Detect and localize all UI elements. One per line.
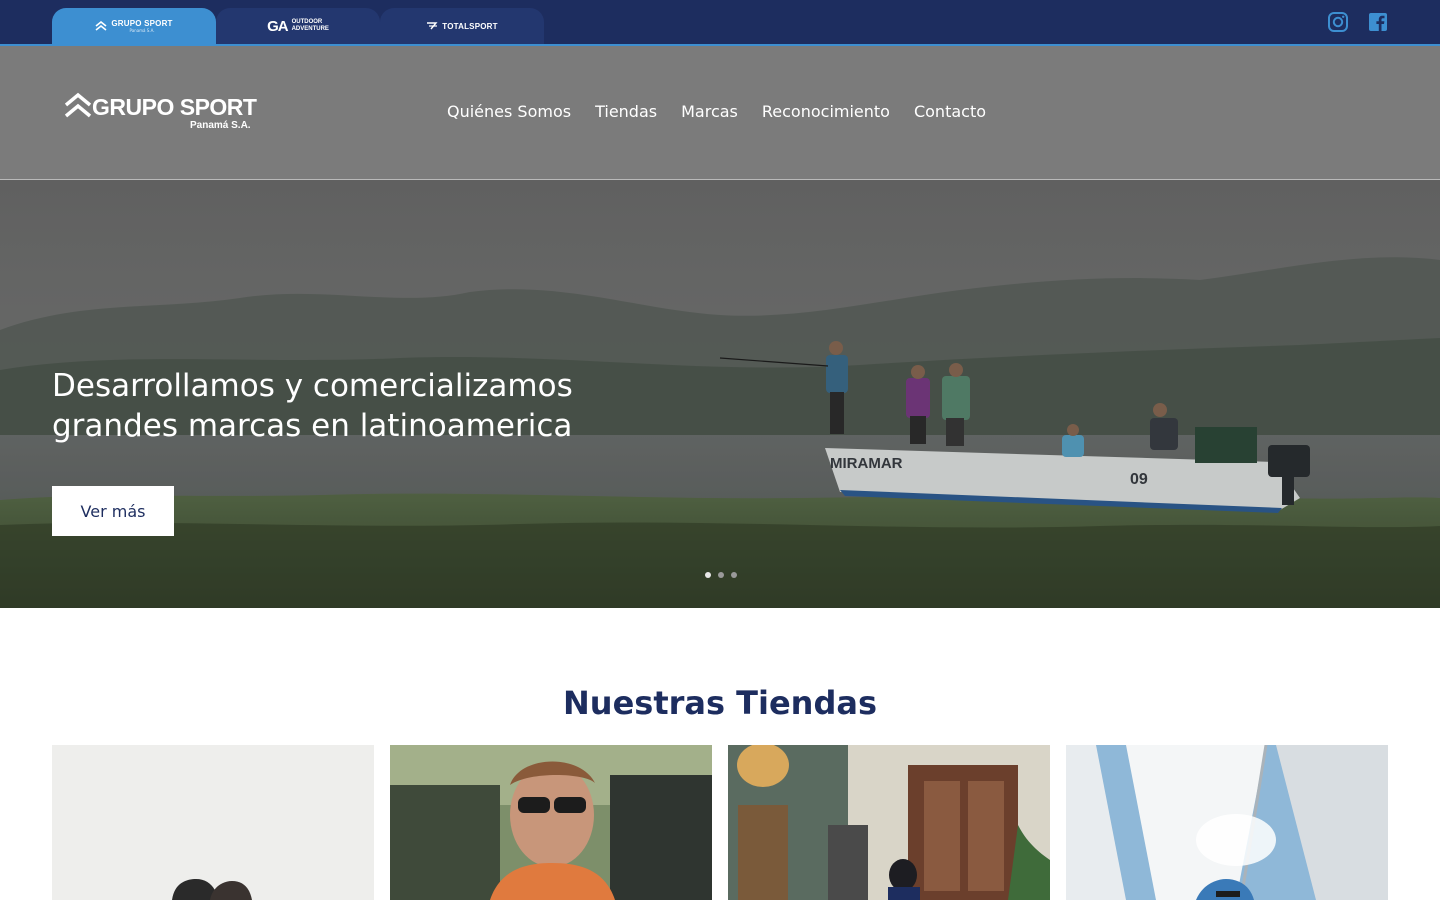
slider-dot-3[interactable] — [731, 572, 737, 578]
nav-item-contacto[interactable]: Contacto — [914, 102, 986, 121]
grupo-sport-chevron-icon — [95, 21, 107, 31]
hero-title-line2: grandes marcas en latinoamerica — [52, 408, 573, 444]
brand-tab-outdoor-adventure[interactable]: GA OUTDOOR ADVENTURE — [216, 8, 380, 44]
brand-tab-sublabel: Panamá S.A. — [129, 28, 155, 33]
store-card-1[interactable] — [52, 745, 374, 900]
logo-chevron-icon — [64, 92, 92, 118]
store-card-4[interactable] — [1066, 745, 1388, 900]
store-card-2[interactable] — [390, 745, 712, 900]
logo-tagline: Panamá S.A. — [190, 120, 251, 131]
hero-title: Desarrollamos y comercializamos grandes … — [52, 366, 672, 446]
ver-mas-button[interactable]: Ver más — [52, 486, 174, 536]
store-card-image — [52, 745, 374, 900]
grupo-sport-logo[interactable]: GRUPO SPORT Panamá S.A. — [64, 92, 264, 136]
nav-item-tiendas[interactable]: Tiendas — [595, 102, 657, 121]
slider-dots — [705, 572, 737, 578]
nav-item-marcas[interactable]: Marcas — [681, 102, 738, 121]
hero-slider: MIRAMAR 09 Desarrollamos y comercializam… — [0, 180, 1440, 608]
brand-tab-line1: OUTDOOR — [291, 19, 323, 25]
instagram-icon[interactable] — [1327, 11, 1349, 33]
outdoor-adventure-logo: GA — [267, 17, 288, 35]
store-card-3[interactable] — [728, 745, 1050, 900]
brand-tab-label: GRUPO SPORT — [111, 19, 173, 28]
brand-tab-label: TOTALSPORT — [442, 21, 498, 31]
brand-tab-grupo-sport[interactable]: GRUPO SPORT Panamá S.A. — [52, 8, 216, 44]
store-card-image — [1066, 745, 1388, 900]
hero-title-line1: Desarrollamos y comercializamos — [52, 368, 573, 404]
nav-item-quienes-somos[interactable]: Quiénes Somos — [447, 102, 571, 121]
totalsport-icon — [427, 22, 438, 30]
brand-bar: GRUPO SPORT Panamá S.A. GA OUTDOOR ADVEN… — [0, 0, 1440, 46]
slider-dot-1[interactable] — [705, 572, 711, 578]
main-nav: Quiénes Somos Tiendas Marcas Reconocimie… — [447, 102, 986, 121]
brand-tab-totalsport[interactable]: TOTALSPORT — [380, 8, 544, 44]
store-card-image — [390, 745, 712, 900]
slider-dot-2[interactable] — [718, 572, 724, 578]
store-card-image — [728, 745, 1050, 900]
logo-wordmark: GRUPO SPORT — [92, 94, 257, 120]
brand-tab-line2: ADVENTURE — [291, 26, 329, 32]
site-header: GRUPO SPORT Panamá S.A. Quiénes Somos Ti… — [0, 46, 1440, 180]
nav-item-reconocimiento[interactable]: Reconocimiento — [762, 102, 890, 121]
stores-section-title: Nuestras Tiendas — [563, 684, 877, 722]
facebook-icon[interactable] — [1367, 11, 1389, 33]
